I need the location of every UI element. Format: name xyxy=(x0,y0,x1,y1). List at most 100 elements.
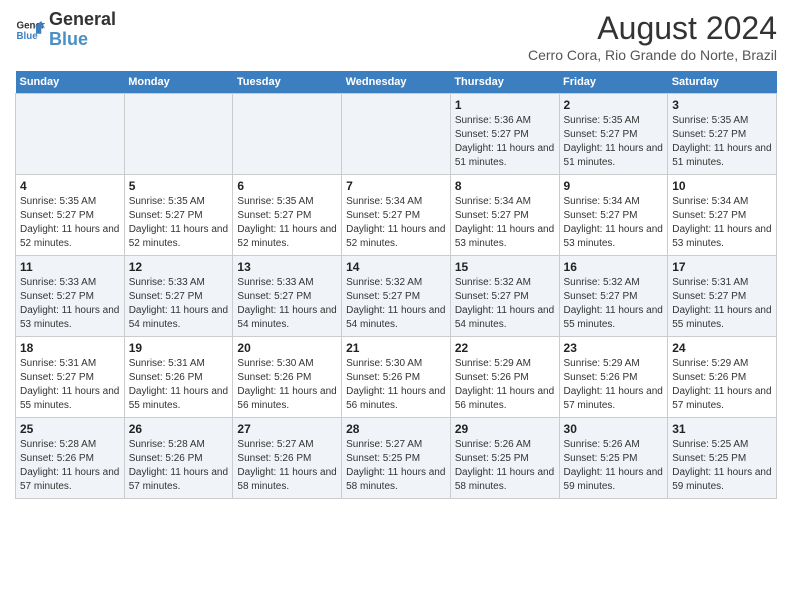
day-cell: 23 Sunrise: 5:29 AM Sunset: 5:26 PM Dayli… xyxy=(559,337,668,418)
day-info: Sunrise: 5:36 AM Sunset: 5:27 PM Dayligh… xyxy=(455,114,555,170)
day-cell: 17 Sunrise: 5:31 AM Sunset: 5:27 PM Dayli… xyxy=(668,256,777,337)
day-cell: 27 Sunrise: 5:27 AM Sunset: 5:26 PM Dayli… xyxy=(233,418,342,499)
day-cell xyxy=(16,94,125,175)
day-info: Sunrise: 5:27 AM Sunset: 5:26 PM Dayligh… xyxy=(237,438,337,494)
day-number: 26 xyxy=(129,422,229,436)
day-info: Sunrise: 5:30 AM Sunset: 5:26 PM Dayligh… xyxy=(237,357,337,413)
day-cell: 8Sunrise: 5:34 AM Sunset: 5:27 PM Daylig… xyxy=(450,175,559,256)
day-number: 17 xyxy=(672,260,772,274)
day-cell: 22 Sunrise: 5:29 AM Sunset: 5:26 PM Dayli… xyxy=(450,337,559,418)
day-number: 15 xyxy=(455,260,555,274)
day-cell: 2 Sunrise: 5:35 AM Sunset: 5:27 PM Daylig… xyxy=(559,94,668,175)
logo-text: General Blue xyxy=(49,10,116,50)
day-info: Sunrise: 5:29 AM Sunset: 5:26 PM Dayligh… xyxy=(564,357,664,413)
day-number: 10 xyxy=(672,179,772,193)
week-row-5: 25 Sunrise: 5:28 AM Sunset: 5:26 PM Dayli… xyxy=(16,418,777,499)
day-cell xyxy=(342,94,451,175)
calendar-body: 1 Sunrise: 5:36 AM Sunset: 5:27 PM Daylig… xyxy=(16,94,777,499)
title-block: August 2024 Cerro Cora, Rio Grande do No… xyxy=(528,10,777,63)
day-cell: 31Sunrise: 5:25 AM Sunset: 5:25 PM Dayli… xyxy=(668,418,777,499)
day-cell: 14Sunrise: 5:32 AM Sunset: 5:27 PM Dayli… xyxy=(342,256,451,337)
day-info: Sunrise: 5:35 AM Sunset: 5:27 PM Dayligh… xyxy=(564,114,664,170)
day-number: 24 xyxy=(672,341,772,355)
day-number: 2 xyxy=(564,98,664,112)
day-cell: 20 Sunrise: 5:30 AM Sunset: 5:26 PM Dayli… xyxy=(233,337,342,418)
calendar-subtitle: Cerro Cora, Rio Grande do Norte, Brazil xyxy=(528,47,777,63)
day-info: Sunrise: 5:33 AM Sunset: 5:27 PM Dayligh… xyxy=(129,276,229,332)
day-info: Sunrise: 5:35 AM Sunset: 5:27 PM Dayligh… xyxy=(129,195,229,251)
day-cell: 9Sunrise: 5:34 AM Sunset: 5:27 PM Daylig… xyxy=(559,175,668,256)
day-cell: 19 Sunrise: 5:31 AM Sunset: 5:26 PM Dayli… xyxy=(124,337,233,418)
day-info: Sunrise: 5:35 AM Sunset: 5:27 PM Dayligh… xyxy=(237,195,337,251)
day-number: 9 xyxy=(564,179,664,193)
day-cell: 7 Sunrise: 5:34 AM Sunset: 5:27 PM Daylig… xyxy=(342,175,451,256)
day-info: Sunrise: 5:26 AM Sunset: 5:25 PM Dayligh… xyxy=(455,438,555,494)
week-row-3: 11 Sunrise: 5:33 AM Sunset: 5:27 PM Dayli… xyxy=(16,256,777,337)
day-cell: 16Sunrise: 5:32 AM Sunset: 5:27 PM Dayli… xyxy=(559,256,668,337)
day-info: Sunrise: 5:33 AM Sunset: 5:27 PM Dayligh… xyxy=(20,276,120,332)
day-number: 13 xyxy=(237,260,337,274)
day-number: 8 xyxy=(455,179,555,193)
day-info: Sunrise: 5:27 AM Sunset: 5:25 PM Dayligh… xyxy=(346,438,446,494)
calendar-title: August 2024 xyxy=(528,10,777,47)
header-sunday: Sunday xyxy=(16,71,125,94)
day-number: 1 xyxy=(455,98,555,112)
day-number: 7 xyxy=(346,179,446,193)
day-cell: 15 Sunrise: 5:32 AM Sunset: 5:27 PM Dayli… xyxy=(450,256,559,337)
page-header: General Blue General Blue August 2024 Ce… xyxy=(15,10,777,63)
day-number: 25 xyxy=(20,422,120,436)
header-thursday: Thursday xyxy=(450,71,559,94)
day-number: 3 xyxy=(672,98,772,112)
day-cell: 18 Sunrise: 5:31 AM Sunset: 5:27 PM Dayli… xyxy=(16,337,125,418)
day-cell: 1 Sunrise: 5:36 AM Sunset: 5:27 PM Daylig… xyxy=(450,94,559,175)
week-row-1: 1 Sunrise: 5:36 AM Sunset: 5:27 PM Daylig… xyxy=(16,94,777,175)
day-cell: 13Sunrise: 5:33 AM Sunset: 5:27 PM Dayli… xyxy=(233,256,342,337)
day-info: Sunrise: 5:28 AM Sunset: 5:26 PM Dayligh… xyxy=(20,438,120,494)
day-number: 19 xyxy=(129,341,229,355)
day-cell: 5Sunrise: 5:35 AM Sunset: 5:27 PM Daylig… xyxy=(124,175,233,256)
day-cell xyxy=(124,94,233,175)
day-number: 29 xyxy=(455,422,555,436)
day-number: 20 xyxy=(237,341,337,355)
header-monday: Monday xyxy=(124,71,233,94)
header-saturday: Saturday xyxy=(668,71,777,94)
day-number: 4 xyxy=(20,179,120,193)
day-number: 21 xyxy=(346,341,446,355)
day-cell: 29 Sunrise: 5:26 AM Sunset: 5:25 PM Dayli… xyxy=(450,418,559,499)
day-cell: 10 Sunrise: 5:34 AM Sunset: 5:27 PM Dayli… xyxy=(668,175,777,256)
calendar-table: Sunday Monday Tuesday Wednesday Thursday… xyxy=(15,71,777,499)
day-info: Sunrise: 5:34 AM Sunset: 5:27 PM Dayligh… xyxy=(672,195,772,251)
day-cell: 3Sunrise: 5:35 AM Sunset: 5:27 PM Daylig… xyxy=(668,94,777,175)
day-info: Sunrise: 5:31 AM Sunset: 5:26 PM Dayligh… xyxy=(129,357,229,413)
week-row-4: 18 Sunrise: 5:31 AM Sunset: 5:27 PM Dayli… xyxy=(16,337,777,418)
day-number: 6 xyxy=(237,179,337,193)
day-info: Sunrise: 5:31 AM Sunset: 5:27 PM Dayligh… xyxy=(672,276,772,332)
day-info: Sunrise: 5:35 AM Sunset: 5:27 PM Dayligh… xyxy=(20,195,120,251)
day-number: 31 xyxy=(672,422,772,436)
day-info: Sunrise: 5:29 AM Sunset: 5:26 PM Dayligh… xyxy=(455,357,555,413)
day-cell: 24 Sunrise: 5:29 AM Sunset: 5:26 PM Dayli… xyxy=(668,337,777,418)
day-cell: 28Sunrise: 5:27 AM Sunset: 5:25 PM Dayli… xyxy=(342,418,451,499)
calendar-header: Sunday Monday Tuesday Wednesday Thursday… xyxy=(16,71,777,94)
logo: General Blue General Blue xyxy=(15,10,116,50)
day-number: 12 xyxy=(129,260,229,274)
day-number: 23 xyxy=(564,341,664,355)
day-info: Sunrise: 5:31 AM Sunset: 5:27 PM Dayligh… xyxy=(20,357,120,413)
day-cell: 12 Sunrise: 5:33 AM Sunset: 5:27 PM Dayli… xyxy=(124,256,233,337)
day-info: Sunrise: 5:32 AM Sunset: 5:27 PM Dayligh… xyxy=(564,276,664,332)
week-row-2: 4 Sunrise: 5:35 AM Sunset: 5:27 PM Daylig… xyxy=(16,175,777,256)
header-row: Sunday Monday Tuesday Wednesday Thursday… xyxy=(16,71,777,94)
day-number: 30 xyxy=(564,422,664,436)
day-info: Sunrise: 5:29 AM Sunset: 5:26 PM Dayligh… xyxy=(672,357,772,413)
day-cell: 4 Sunrise: 5:35 AM Sunset: 5:27 PM Daylig… xyxy=(16,175,125,256)
logo-icon: General Blue xyxy=(15,15,45,45)
day-info: Sunrise: 5:34 AM Sunset: 5:27 PM Dayligh… xyxy=(346,195,446,251)
header-tuesday: Tuesday xyxy=(233,71,342,94)
header-wednesday: Wednesday xyxy=(342,71,451,94)
day-number: 18 xyxy=(20,341,120,355)
day-number: 27 xyxy=(237,422,337,436)
day-info: Sunrise: 5:32 AM Sunset: 5:27 PM Dayligh… xyxy=(455,276,555,332)
svg-text:Blue: Blue xyxy=(17,31,39,42)
day-number: 11 xyxy=(20,260,120,274)
day-number: 22 xyxy=(455,341,555,355)
